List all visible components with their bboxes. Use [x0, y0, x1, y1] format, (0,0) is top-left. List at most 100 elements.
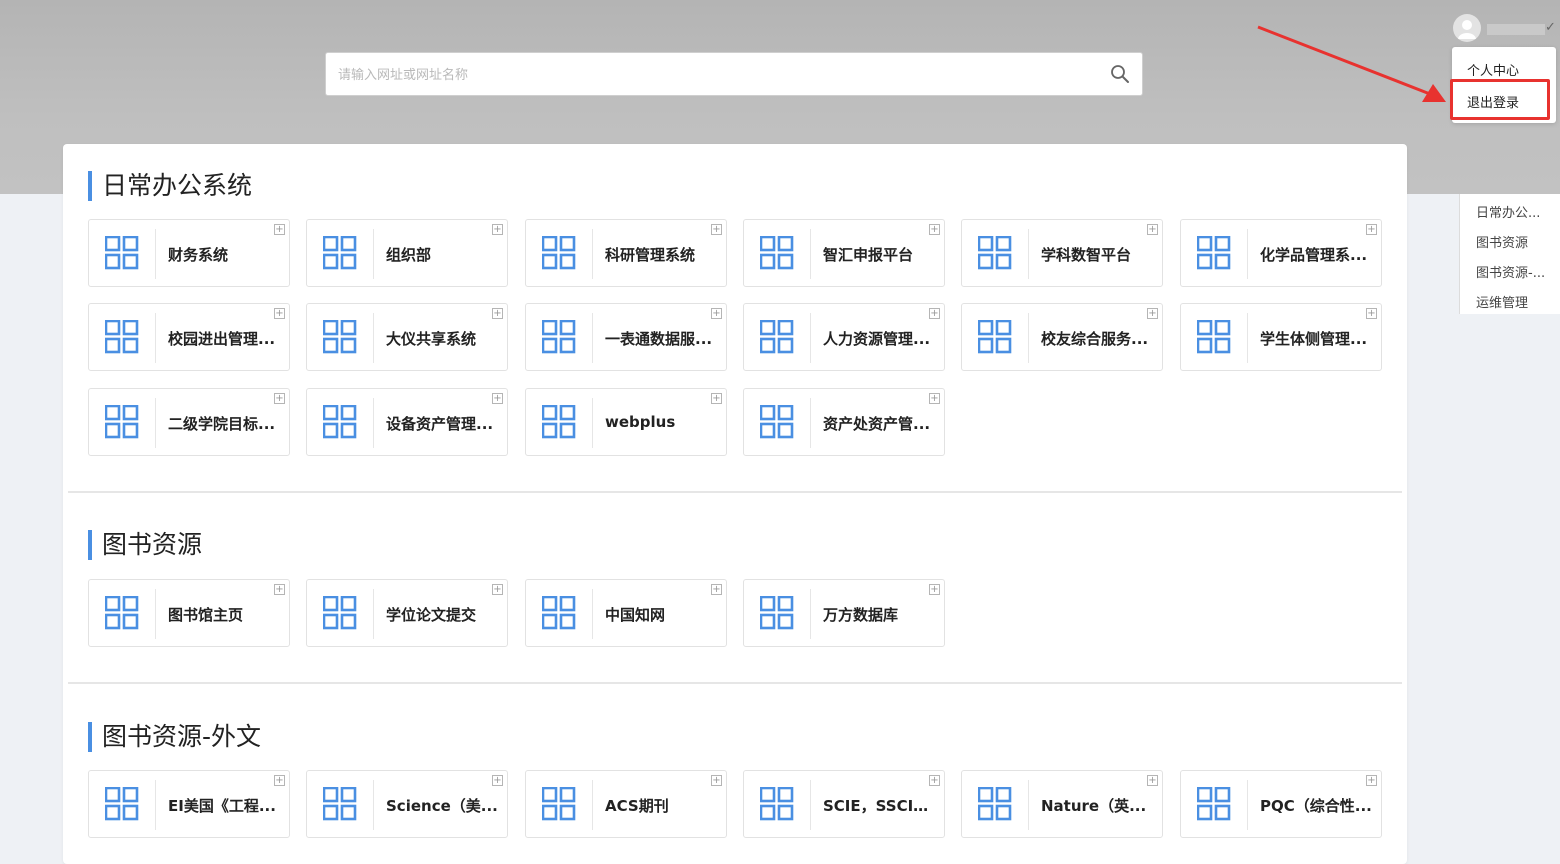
app-card-label: 设备资产管理...: [386, 415, 494, 433]
search-input[interactable]: [336, 53, 1100, 97]
plus-square-icon[interactable]: +: [274, 775, 285, 786]
app-card-label: webplus: [605, 413, 676, 431]
app-card[interactable]: 人力资源管理... +: [743, 303, 945, 371]
grid-icon: [542, 787, 576, 821]
search-bar[interactable]: [325, 52, 1143, 97]
grid-icon: [542, 405, 576, 439]
plus-square-icon[interactable]: +: [711, 775, 722, 786]
app-card[interactable]: ACS期刊 +: [525, 770, 727, 838]
app-card-label: 万方数据库: [823, 606, 899, 624]
grid-icon: [542, 236, 576, 270]
plus-square-icon[interactable]: +: [1366, 308, 1377, 319]
plus-square-icon[interactable]: +: [1147, 224, 1158, 235]
plus-square-icon[interactable]: +: [274, 308, 285, 319]
app-card[interactable]: 二级学院目标... +: [88, 388, 290, 456]
app-card[interactable]: 学位论文提交 +: [306, 579, 508, 647]
app-card[interactable]: webplus +: [525, 388, 727, 456]
app-card[interactable]: 化学品管理系... +: [1180, 219, 1382, 287]
app-card[interactable]: Science（美... +: [306, 770, 508, 838]
app-card-label: 大仪共享系统: [386, 330, 477, 348]
card-separator: [592, 780, 593, 830]
plus-square-icon[interactable]: +: [1366, 775, 1377, 786]
side-nav-item-daily-office[interactable]: 日常办公...: [1476, 202, 1540, 221]
plus-square-icon[interactable]: +: [274, 224, 285, 235]
app-card[interactable]: PQC（综合性... +: [1180, 770, 1382, 838]
user-menu-toggle[interactable]: 用户 ✓: [1453, 14, 1558, 44]
plus-square-icon[interactable]: +: [929, 775, 940, 786]
plus-square-icon[interactable]: +: [929, 584, 940, 595]
plus-square-icon[interactable]: +: [492, 584, 503, 595]
user-avatar-icon[interactable]: [1453, 14, 1481, 42]
plus-square-icon[interactable]: +: [492, 224, 503, 235]
card-separator: [373, 229, 374, 279]
section-divider: [68, 491, 1402, 493]
side-nav-item-ops[interactable]: 运维管理: [1476, 292, 1528, 311]
plus-square-icon[interactable]: +: [1147, 775, 1158, 786]
grid-icon: [978, 787, 1012, 821]
username[interactable]: 用户: [1487, 24, 1545, 35]
app-card[interactable]: 校友综合服务... +: [961, 303, 1163, 371]
plus-square-icon[interactable]: +: [711, 393, 722, 404]
app-card[interactable]: 一表通数据服... +: [525, 303, 727, 371]
grid-icon: [760, 596, 794, 630]
plus-square-icon[interactable]: +: [274, 393, 285, 404]
plus-square-icon[interactable]: +: [929, 308, 940, 319]
app-card[interactable]: 学科数智平台 +: [961, 219, 1163, 287]
card-separator: [592, 589, 593, 639]
menu-item-personal-center[interactable]: 个人中心: [1467, 60, 1519, 79]
app-card[interactable]: 科研管理系统 +: [525, 219, 727, 287]
app-card[interactable]: 学生体侧管理... +: [1180, 303, 1382, 371]
app-card-label: 校园进出管理...: [168, 330, 276, 348]
card-separator: [373, 780, 374, 830]
app-card[interactable]: 组织部 +: [306, 219, 508, 287]
plus-square-icon[interactable]: +: [1366, 224, 1377, 235]
card-separator: [1247, 313, 1248, 363]
app-card[interactable]: 校园进出管理... +: [88, 303, 290, 371]
grid-icon: [760, 320, 794, 354]
plus-square-icon[interactable]: +: [711, 308, 722, 319]
app-card[interactable]: 图书馆主页 +: [88, 579, 290, 647]
plus-square-icon[interactable]: +: [492, 308, 503, 319]
plus-square-icon[interactable]: +: [274, 584, 285, 595]
app-card[interactable]: 万方数据库 +: [743, 579, 945, 647]
logout-highlight-box: [1450, 79, 1550, 120]
main-panel: 日常办公系统 财务系统 + 组织部 + 科研管理系统 + 智汇申报平台 + 学科数智平台 + 化学品…: [63, 144, 1407, 864]
side-nav-item-library[interactable]: 图书资源: [1476, 232, 1528, 251]
app-card-label: 智汇申报平台: [823, 246, 914, 264]
plus-square-icon[interactable]: +: [929, 224, 940, 235]
section-title-library-foreign: 图书资源-外文: [88, 722, 261, 752]
app-card-label: SCIE，SSCI，...: [823, 797, 941, 815]
app-card[interactable]: Nature（英... +: [961, 770, 1163, 838]
app-card[interactable]: 智汇申报平台 +: [743, 219, 945, 287]
app-card-label: 中国知网: [605, 606, 666, 624]
plus-square-icon[interactable]: +: [492, 775, 503, 786]
app-card-label: 一表通数据服...: [605, 330, 713, 348]
plus-square-icon[interactable]: +: [1147, 308, 1158, 319]
app-card-label: PQC（综合性...: [1260, 797, 1372, 815]
card-separator: [592, 398, 593, 448]
app-card[interactable]: 设备资产管理... +: [306, 388, 508, 456]
plus-square-icon[interactable]: +: [711, 584, 722, 595]
grid-icon: [760, 787, 794, 821]
side-nav-item-library-foreign[interactable]: 图书资源-...: [1476, 262, 1545, 281]
grid-icon: [105, 236, 139, 270]
search-icon[interactable]: [1110, 64, 1130, 84]
plus-square-icon[interactable]: +: [929, 393, 940, 404]
app-card[interactable]: 大仪共享系统 +: [306, 303, 508, 371]
card-separator: [373, 398, 374, 448]
grid-icon: [323, 405, 357, 439]
app-card[interactable]: 财务系统 +: [88, 219, 290, 287]
app-card-label: Nature（英...: [1041, 797, 1147, 815]
grid-icon: [760, 236, 794, 270]
app-card[interactable]: EI美国《工程... +: [88, 770, 290, 838]
grid-icon: [542, 320, 576, 354]
grid-icon: [1197, 320, 1231, 354]
card-separator: [1028, 313, 1029, 363]
chevron-down-icon[interactable]: ✓: [1545, 20, 1556, 35]
app-card-label: EI美国《工程...: [168, 797, 276, 815]
app-card[interactable]: 资产处资产管... +: [743, 388, 945, 456]
plus-square-icon[interactable]: +: [711, 224, 722, 235]
app-card[interactable]: 中国知网 +: [525, 579, 727, 647]
app-card[interactable]: SCIE，SSCI，... +: [743, 770, 945, 838]
plus-square-icon[interactable]: +: [492, 393, 503, 404]
